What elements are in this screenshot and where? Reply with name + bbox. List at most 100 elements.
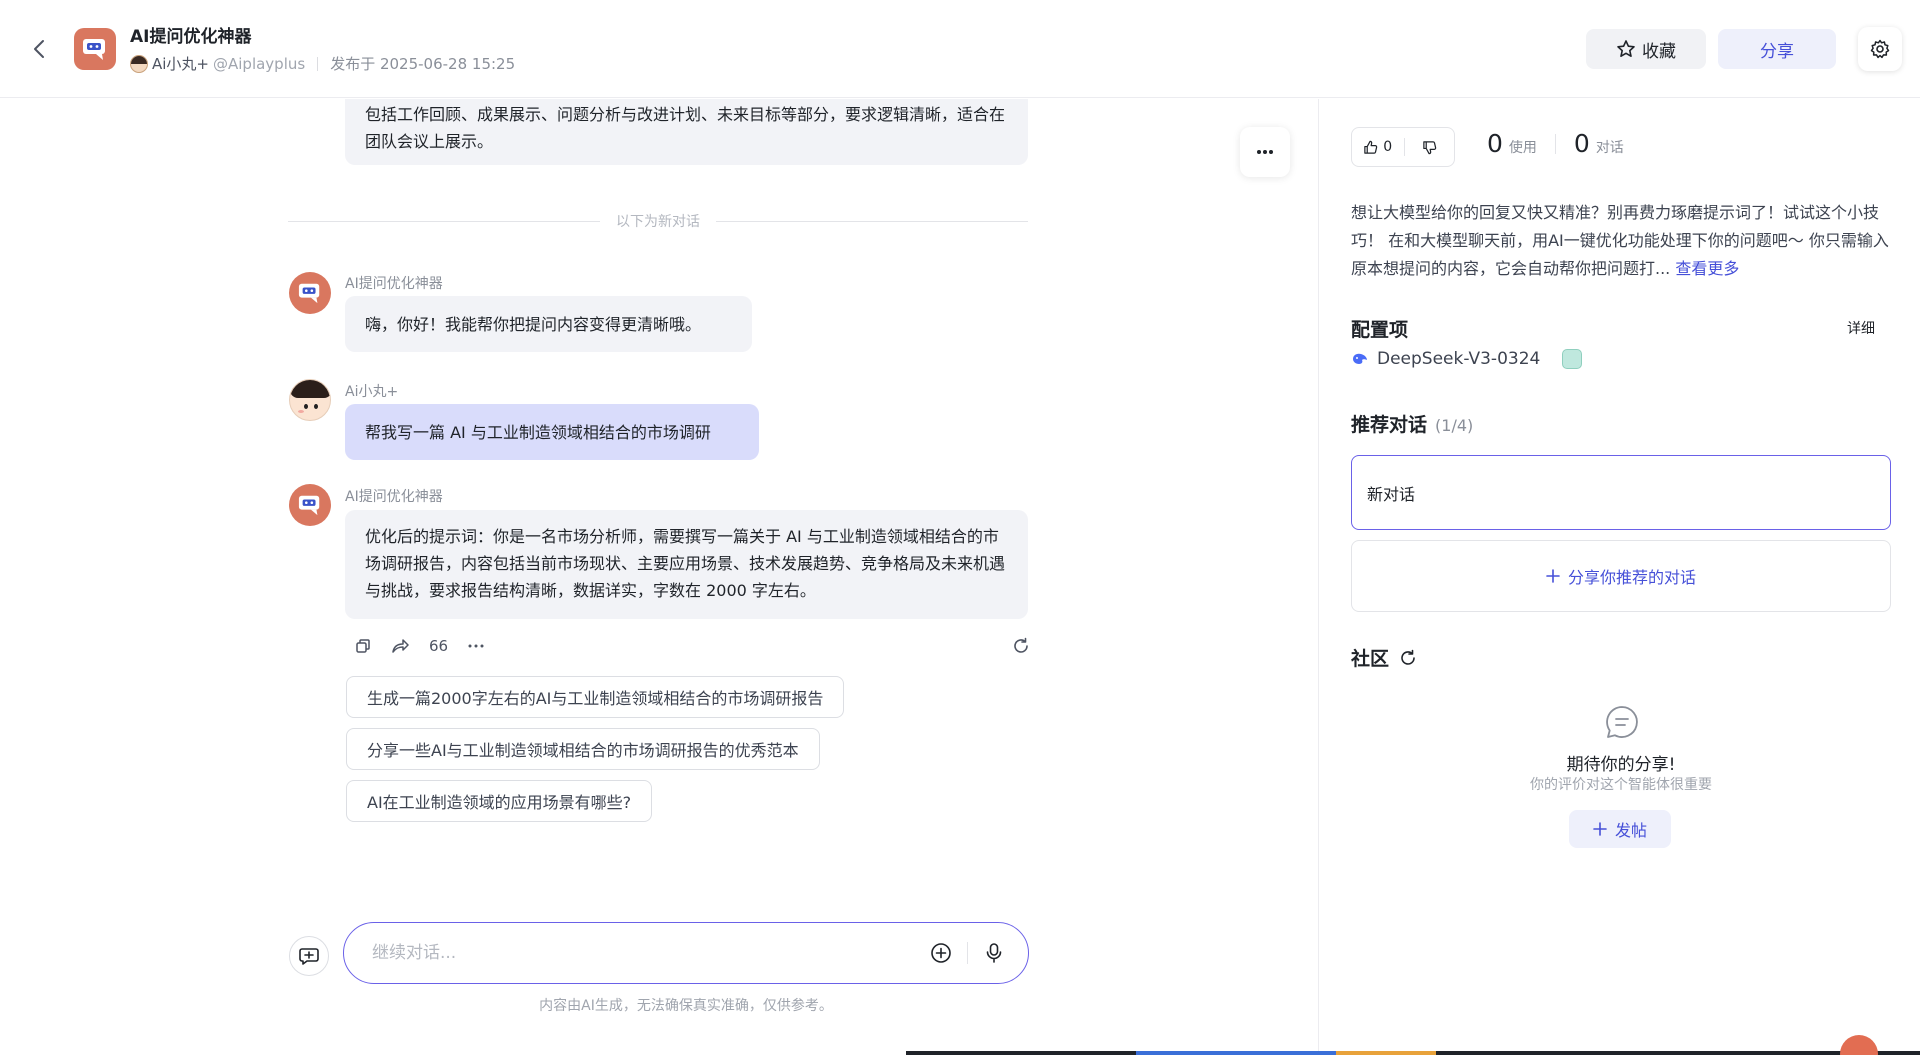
bot-message-bubble: 嗨，你好！我能帮你把提问内容变得更清晰哦。 (345, 296, 752, 352)
voice-button[interactable] (976, 935, 1012, 971)
previous-message-bubble: 包括工作回顾、成果展示、问题分析与改进计划、未来目标等部分，要求逻辑清晰，适合在… (345, 99, 1028, 165)
suggestion-chip[interactable]: AI在工业制造领域的应用场景有哪些? (346, 780, 653, 822)
recommend-count: (1/4) (1435, 416, 1474, 435)
top-header: AI提问优化神器 Ai小丸+ @Aiplayplus 发布于 2025-06-2… (0, 0, 1920, 98)
message-sender: AI提问优化神器 (345, 276, 443, 292)
taskbar-strip (906, 1051, 1920, 1055)
share-arrow-icon (392, 639, 409, 653)
plus-circle-icon (931, 943, 951, 963)
recommended-conversation[interactable]: 新对话 (1351, 455, 1891, 530)
robot-icon (83, 39, 105, 60)
thumbs-down-icon (1423, 140, 1436, 154)
user-message-bubble: 帮我写一篇 AI 与工业制造领域相结合的市场调研 (345, 404, 759, 460)
community-title: 社区 (1351, 648, 1390, 670)
refresh-icon[interactable] (1399, 649, 1417, 667)
suggestion-chip[interactable]: 生成一篇2000字左右的AI与工业制造领域相结合的市场调研报告 (346, 676, 845, 718)
author-name[interactable]: Ai小丸+ (152, 53, 209, 74)
vote-control: 0 (1351, 127, 1455, 167)
forward-button[interactable] (391, 638, 409, 654)
share-recommended-button[interactable]: 分享你推荐的对话 (1351, 540, 1891, 612)
favorite-button[interactable]: 收藏 (1586, 29, 1706, 69)
chat-area: 包括工作回顾、成果展示、问题分析与改进计划、未来目标等部分，要求逻辑清晰，适合在… (0, 99, 1318, 1055)
ai-disclaimer: 内容由AI生成，无法确保真实准确，仅供参考。 (539, 998, 833, 1014)
comment-icon (1606, 706, 1638, 738)
bot-avatar (289, 272, 331, 314)
empty-state-subtitle: 你的评价对这个智能体很重要 (1530, 777, 1712, 793)
config-title: 配置项 (1351, 319, 1409, 341)
new-chat-icon (299, 948, 319, 965)
ellipsis-icon (1257, 150, 1273, 154)
agent-description: 想让大模型给你的回复又快又精准？别再费力琢磨提示词了！试试这个小技巧！ 在和大模… (1351, 199, 1891, 283)
recommend-title-text: 推荐对话 (1351, 414, 1428, 436)
app-meta: Ai小丸+ @Aiplayplus 发布于 2025-06-28 15:25 (130, 53, 515, 74)
favorite-label: 收藏 (1642, 41, 1676, 62)
app-avatar (74, 28, 116, 70)
plugin-icon[interactable] (1562, 349, 1583, 369)
gear-icon (1870, 39, 1890, 59)
post-label: 发帖 (1614, 821, 1647, 840)
new-conversation-divider: 以下为新对话 (288, 211, 1028, 231)
message-sender: Ai小丸+ (345, 384, 399, 400)
copy-button[interactable] (355, 638, 371, 654)
quote-button[interactable]: 66 (429, 637, 448, 655)
plus-icon (1593, 822, 1607, 836)
bot-avatar (289, 484, 331, 526)
star-icon (1617, 40, 1635, 57)
see-more-link[interactable]: 查看更多 (1675, 259, 1739, 278)
new-chat-button[interactable] (289, 936, 329, 976)
deepseek-whale-icon (1353, 353, 1367, 364)
dialog-count: 0 (1573, 129, 1590, 158)
avatar-eye (314, 404, 318, 409)
community-header: 社区 (1351, 644, 1417, 671)
message-actions: 66 (355, 634, 1030, 658)
avatar-hair (290, 380, 330, 398)
use-count: 0 (1487, 129, 1503, 158)
empty-state-title: 期待你的分享! (1566, 755, 1676, 775)
plus-icon (1546, 569, 1560, 583)
config-detail-link[interactable]: 详细 (1847, 318, 1875, 338)
usage-stats: 0 使用 0 对话 (1487, 129, 1624, 158)
bot-message-bubble: 优化后的提示词：你是一名市场分析师，需要撰写一篇关于 AI 与工业制造领域相结合… (345, 510, 1028, 619)
share-button[interactable]: 分享 (1718, 29, 1836, 69)
avatar-eye (304, 404, 308, 409)
attach-button[interactable] (923, 935, 959, 971)
divider-line (288, 220, 600, 222)
taskbar-segment (1336, 1051, 1436, 1055)
agent-info-panel: 0 0 使用 0 对话 想让大模型给你的回复又快又精准？别再费力琢磨提示词了！试… (1318, 99, 1920, 1055)
dislike-button[interactable] (1404, 128, 1454, 166)
refresh-icon (1014, 637, 1028, 653)
regenerate-button[interactable] (1012, 637, 1030, 655)
stats-divider (1554, 133, 1556, 154)
author-handle[interactable]: @Aiplayplus (213, 55, 305, 73)
message-sender: AI提问优化神器 (345, 489, 443, 505)
microphone-icon (986, 943, 1002, 963)
more-options-button[interactable] (1240, 127, 1290, 177)
description-text: 想让大模型给你的回复又快又精准？别再费力琢磨提示词了！试试这个小技巧！ 在和大模… (1351, 203, 1889, 278)
model-info: DeepSeek-V3-0324 (1351, 349, 1583, 369)
user-avatar (289, 379, 331, 421)
divider-line (716, 220, 1028, 222)
taskbar-segment (1136, 1051, 1336, 1055)
recommend-title: 推荐对话 (1/4) (1351, 410, 1473, 437)
like-button[interactable]: 0 (1352, 128, 1404, 166)
author-avatar (130, 54, 148, 73)
avatar-cheek (298, 410, 304, 413)
dialog-label: 对话 (1595, 140, 1624, 156)
robot-icon (298, 283, 320, 304)
meta-divider (317, 56, 319, 71)
model-name: DeepSeek-V3-0324 (1377, 349, 1541, 369)
more-actions-button[interactable] (468, 644, 484, 648)
settings-button[interactable] (1858, 27, 1902, 71)
robot-icon (298, 495, 320, 516)
thumbs-up-icon (1364, 140, 1378, 154)
message-input[interactable] (372, 943, 923, 963)
input-divider (967, 942, 968, 964)
divider-text: 以下为新对话 (616, 214, 700, 230)
share-label: 分享 (1760, 41, 1794, 62)
back-button[interactable] (26, 36, 52, 62)
like-count: 0 (1383, 139, 1393, 155)
post-button[interactable]: 发帖 (1569, 810, 1671, 848)
ellipsis-icon (468, 644, 484, 648)
suggestion-chip[interactable]: 分享一些AI与工业制造领域相结合的市场调研报告的优秀范本 (346, 728, 820, 770)
share-recommended-label: 分享你推荐的对话 (1567, 568, 1696, 587)
